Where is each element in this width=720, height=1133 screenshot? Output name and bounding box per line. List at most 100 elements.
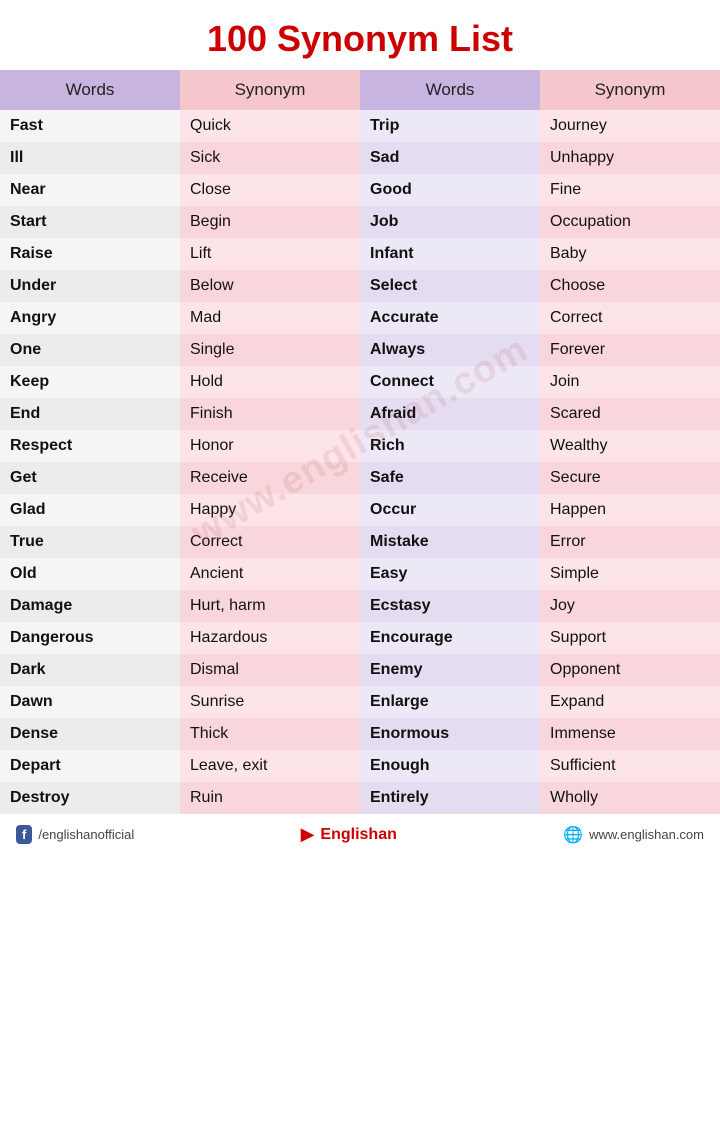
word-2: Entirely xyxy=(360,782,540,814)
word-2: Safe xyxy=(360,462,540,494)
synonym-1: Leave, exit xyxy=(180,750,360,782)
footer-brand: ▶ Englishan xyxy=(301,824,397,845)
footer-website: 🌐 www.englishan.com xyxy=(563,825,704,845)
footer-facebook: f /englishanofficial xyxy=(16,825,134,844)
website-label: www.englishan.com xyxy=(589,827,704,842)
synonym-2: Joy xyxy=(540,590,720,622)
table-row: StartBeginJobOccupation xyxy=(0,206,720,238)
word-1: Near xyxy=(0,174,180,206)
synonym-1: Honor xyxy=(180,430,360,462)
word-1: Under xyxy=(0,270,180,302)
word-2: Enormous xyxy=(360,718,540,750)
synonym-1: Sick xyxy=(180,142,360,174)
word-2: Good xyxy=(360,174,540,206)
word-2: Enough xyxy=(360,750,540,782)
word-1: Dense xyxy=(0,718,180,750)
synonym-2: Join xyxy=(540,366,720,398)
synonym-2: Simple xyxy=(540,558,720,590)
facebook-label: /englishanofficial xyxy=(38,827,134,842)
synonym-1: Correct xyxy=(180,526,360,558)
synonym-1: Hazardous xyxy=(180,622,360,654)
page-title: 100 Synonym List xyxy=(0,0,720,70)
word-1: Depart xyxy=(0,750,180,782)
table-row: DawnSunriseEnlargeExpand xyxy=(0,686,720,718)
synonym-1: Ancient xyxy=(180,558,360,590)
synonym-2: Unhappy xyxy=(540,142,720,174)
table-row: TrueCorrectMistakeError xyxy=(0,526,720,558)
table-row: AngryMadAccurateCorrect xyxy=(0,302,720,334)
word-2: Accurate xyxy=(360,302,540,334)
word-1: Keep xyxy=(0,366,180,398)
synonym-2: Error xyxy=(540,526,720,558)
synonym-table: Words Synonym Words Synonym FastQuickTri… xyxy=(0,70,720,814)
synonym-2: Sufficient xyxy=(540,750,720,782)
table-row: NearCloseGoodFine xyxy=(0,174,720,206)
word-2: Mistake xyxy=(360,526,540,558)
table-row: FastQuickTripJourney xyxy=(0,110,720,142)
synonym-1: Lift xyxy=(180,238,360,270)
synonym-1: Mad xyxy=(180,302,360,334)
footer: f /englishanofficial ▶ Englishan 🌐 www.e… xyxy=(0,814,720,851)
word-1: Angry xyxy=(0,302,180,334)
word-2: Easy xyxy=(360,558,540,590)
synonym-2: Scared xyxy=(540,398,720,430)
table-row: DenseThickEnormousImmense xyxy=(0,718,720,750)
word-2: Select xyxy=(360,270,540,302)
word-1: End xyxy=(0,398,180,430)
synonym-2: Happen xyxy=(540,494,720,526)
word-2: Afraid xyxy=(360,398,540,430)
word-2: Encourage xyxy=(360,622,540,654)
synonym-1: Finish xyxy=(180,398,360,430)
word-1: True xyxy=(0,526,180,558)
synonym-1: Hurt, harm xyxy=(180,590,360,622)
synonym-1: Thick xyxy=(180,718,360,750)
word-1: Destroy xyxy=(0,782,180,814)
word-1: Dangerous xyxy=(0,622,180,654)
col-header-synonym-1: Synonym xyxy=(180,70,360,110)
brand-name: Englishan xyxy=(320,826,396,844)
table-row: DepartLeave, exitEnoughSufficient xyxy=(0,750,720,782)
word-2: Connect xyxy=(360,366,540,398)
word-2: Trip xyxy=(360,110,540,142)
globe-icon: 🌐 xyxy=(563,825,583,845)
word-2: Always xyxy=(360,334,540,366)
synonym-2: Journey xyxy=(540,110,720,142)
word-2: Occur xyxy=(360,494,540,526)
table-row: UnderBelowSelectChoose xyxy=(0,270,720,302)
table-row: OneSingleAlwaysForever xyxy=(0,334,720,366)
col-header-words-1: Words xyxy=(0,70,180,110)
table-row: GetReceiveSafeSecure xyxy=(0,462,720,494)
word-2: Enlarge xyxy=(360,686,540,718)
brand-icon: ▶ xyxy=(301,824,315,845)
synonym-2: Expand xyxy=(540,686,720,718)
synonym-2: Wealthy xyxy=(540,430,720,462)
word-1: Ill xyxy=(0,142,180,174)
word-1: Damage xyxy=(0,590,180,622)
table-row: DangerousHazardousEncourageSupport xyxy=(0,622,720,654)
table-row: EndFinishAfraidScared xyxy=(0,398,720,430)
word-2: Job xyxy=(360,206,540,238)
synonym-2: Baby xyxy=(540,238,720,270)
synonym-1: Receive xyxy=(180,462,360,494)
facebook-icon: f xyxy=(16,825,32,844)
word-2: Rich xyxy=(360,430,540,462)
synonym-1: Begin xyxy=(180,206,360,238)
word-2: Infant xyxy=(360,238,540,270)
synonym-2: Fine xyxy=(540,174,720,206)
synonym-1: Quick xyxy=(180,110,360,142)
synonym-1: Sunrise xyxy=(180,686,360,718)
synonym-1: Close xyxy=(180,174,360,206)
table-row: GladHappyOccurHappen xyxy=(0,494,720,526)
table-row: IllSickSadUnhappy xyxy=(0,142,720,174)
col-header-synonym-2: Synonym xyxy=(540,70,720,110)
col-header-words-2: Words xyxy=(360,70,540,110)
table-row: RaiseLiftInfantBaby xyxy=(0,238,720,270)
synonym-2: Forever xyxy=(540,334,720,366)
word-1: Fast xyxy=(0,110,180,142)
table-row: DestroyRuinEntirelyWholly xyxy=(0,782,720,814)
synonym-2: Correct xyxy=(540,302,720,334)
word-2: Ecstasy xyxy=(360,590,540,622)
table-row: OldAncientEasySimple xyxy=(0,558,720,590)
synonym-1: Single xyxy=(180,334,360,366)
word-1: Glad xyxy=(0,494,180,526)
